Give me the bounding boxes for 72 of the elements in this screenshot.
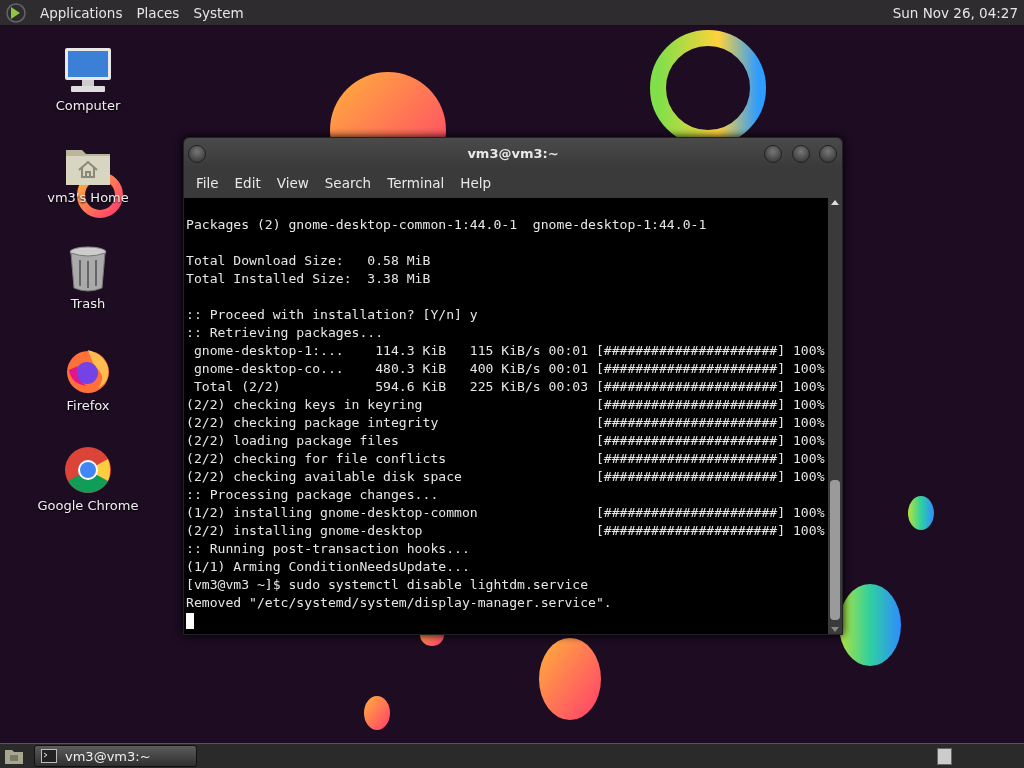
terminal-line: Total Installed Size: 3.38 MiB <box>186 270 431 288</box>
terminal-line: :: Retrieving packages... <box>186 324 384 342</box>
desktop-icon-label[interactable]: Computer <box>55 98 121 113</box>
close-button[interactable] <box>819 145 837 163</box>
menu-item[interactable]: Edit <box>226 175 269 191</box>
minimize-button[interactable] <box>764 145 782 163</box>
scrollbar[interactable] <box>828 198 842 634</box>
terminal-line: gnome-desktop-co... 480.3 KiB 400 KiB/s 00:01 <box>192 360 590 378</box>
terminal-line: (2/2) checking package integrity <box>186 414 440 432</box>
terminal-line: (1/2) installing gnome-desktop-common <box>186 504 479 522</box>
show-desktop-icon[interactable] <box>4 747 24 765</box>
desktop-icon-label[interactable]: Trash <box>70 296 106 311</box>
percent-text: 100% <box>793 414 825 432</box>
chrome-icon <box>64 446 112 494</box>
percent-text: 100% <box>793 522 825 540</box>
scroll-down-icon[interactable] <box>830 624 840 634</box>
terminal-line: Packages (2) gnome-desktop-common-1:44.0-1 gnome-desktop-1:44.0-1 <box>186 216 707 234</box>
percent-text: 100% <box>793 378 825 396</box>
progress-bar-text: [######################] <box>595 450 786 468</box>
terminal-line: (2/2) loading package files <box>186 432 400 450</box>
scrollbar-thumb[interactable] <box>830 480 840 620</box>
panel-menu[interactable]: System <box>193 4 244 21</box>
menu-item[interactable]: File <box>188 175 227 191</box>
trash-icon <box>68 246 108 292</box>
menu-item[interactable]: Help <box>452 175 500 191</box>
taskbar-button[interactable]: vm3@vm3:~ <box>34 745 197 767</box>
progress-bar-text: [######################] <box>595 378 786 396</box>
terminal-line: (2/2) checking available disk space <box>186 468 463 486</box>
terminal-line: :: Proceed with installation? [Y/n] y <box>186 306 478 324</box>
maximize-button[interactable] <box>792 145 810 163</box>
percent-text: 100% <box>793 450 825 468</box>
progress-bar-text: [######################] <box>595 522 786 540</box>
terminal-line: (2/2) checking keys in keyring <box>186 396 424 414</box>
window-menu-button[interactable] <box>188 145 206 163</box>
menu-item[interactable]: Search <box>316 175 380 191</box>
progress-bar-text: [######################] <box>595 414 786 432</box>
progress-bar-text: [######################] <box>595 396 786 414</box>
percent-text: 100% <box>793 342 825 360</box>
progress-bar-text: [######################] <box>595 432 786 450</box>
percent-text: 100% <box>793 504 825 522</box>
percent-text: 100% <box>793 396 825 414</box>
play-logo-icon <box>6 2 26 23</box>
terminal-line: (1/1) Arming ConditionNeedsUpdate... <box>186 558 470 576</box>
desktop-icon-label[interactable]: Google Chrome <box>37 498 139 513</box>
terminal-line: :: Running post-transaction hooks... <box>186 540 470 558</box>
terminal-line: :: Processing package changes... <box>186 486 439 504</box>
clock[interactable]: Sun Nov 26, 04:27 <box>892 4 1018 21</box>
terminal-line: (2/2) installing gnome-desktop <box>186 522 424 540</box>
terminal-line: [vm3@vm3 ~]$ sudo systemctl disable lightdm.service <box>186 576 589 594</box>
workspace-switcher[interactable] <box>937 747 952 765</box>
percent-text: 100% <box>793 432 825 450</box>
desktop-icon-label[interactable]: Firefox <box>66 398 110 413</box>
terminal-icon <box>41 749 57 763</box>
scroll-up-icon[interactable] <box>830 198 840 208</box>
progress-bar-text: [######################] <box>595 342 786 360</box>
text-cursor <box>186 613 194 629</box>
terminal-line: Total (2/2) 594.6 KiB 225 KiB/s 00:03 <box>192 378 590 396</box>
terminal-line: gnome-desktop-1:... 114.3 KiB 115 KiB/s 00:01 <box>192 342 590 360</box>
menu-item[interactable]: View <box>268 175 317 191</box>
progress-bar-text: [######################] <box>595 360 786 378</box>
panel-menu[interactable]: Applications <box>40 4 123 21</box>
progress-bar-text: [######################] <box>595 504 786 522</box>
menu-item[interactable]: Terminal <box>379 175 453 191</box>
percent-text: 100% <box>793 360 825 378</box>
computer-icon <box>63 46 113 94</box>
panel-menu[interactable]: Places <box>136 4 180 21</box>
terminal-line: Total Download Size: 0.58 MiB <box>186 252 431 270</box>
terminal-line: Removed "/etc/systemd/system/display-manager.service". <box>186 594 612 612</box>
progress-bar-text: [######################] <box>595 468 786 486</box>
window-title: vm3@vm3:~ <box>467 145 559 161</box>
percent-text: 100% <box>793 468 825 486</box>
terminal-line: (2/2) checking for file conflicts <box>186 450 448 468</box>
